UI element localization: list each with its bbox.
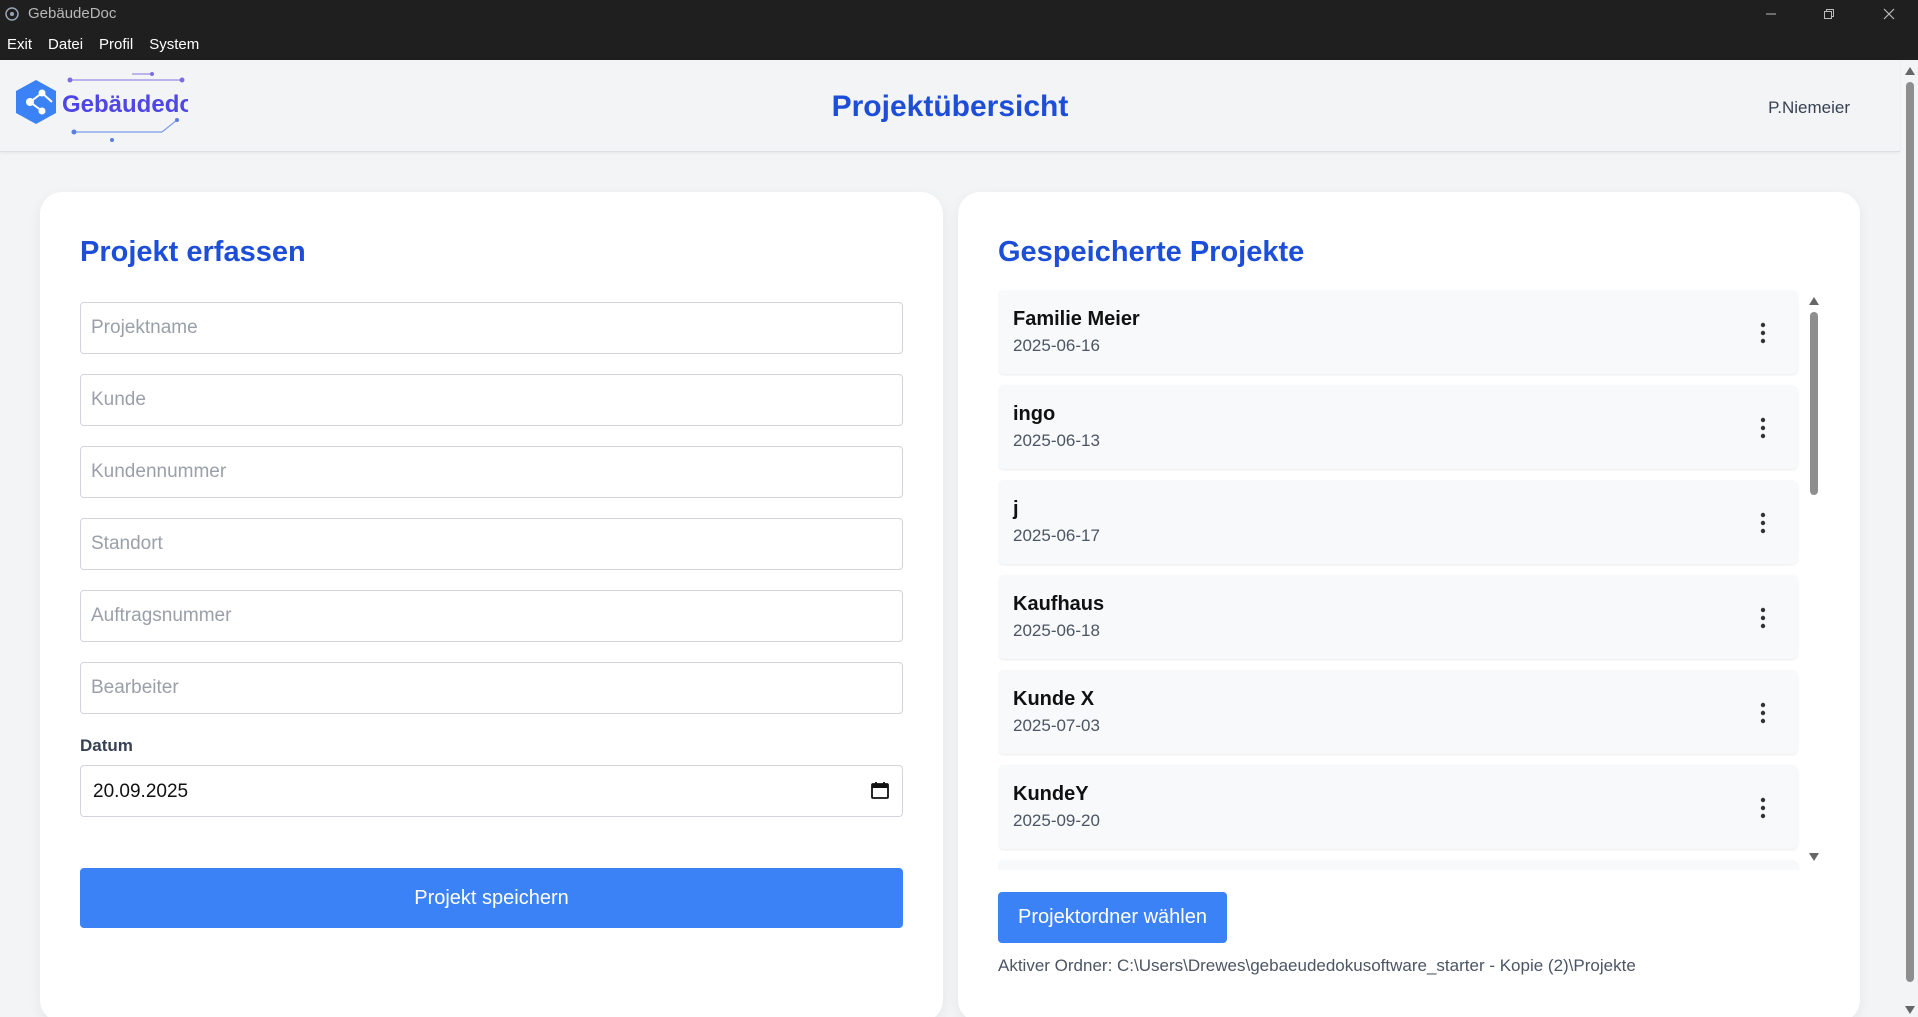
date-value: 20.09.2025 bbox=[93, 781, 189, 802]
project-name: j bbox=[1013, 498, 1019, 520]
standort-input[interactable] bbox=[80, 518, 903, 570]
window-title: GebäudeDoc bbox=[28, 5, 117, 22]
form-title: Projekt erfassen bbox=[80, 236, 306, 268]
date-label: Datum bbox=[80, 736, 133, 755]
project-item[interactable]: KundeY 2025-09-20 bbox=[998, 765, 1798, 849]
more-options-icon[interactable] bbox=[1760, 417, 1766, 439]
close-button[interactable] bbox=[1860, 0, 1918, 28]
more-options-icon[interactable] bbox=[1760, 797, 1766, 819]
project-item[interactable]: j 2025-06-17 bbox=[998, 480, 1798, 564]
close-icon bbox=[1883, 8, 1895, 20]
restore-icon bbox=[1824, 9, 1834, 19]
project-date: 2025-06-17 bbox=[1013, 526, 1100, 545]
more-options-icon[interactable] bbox=[1760, 607, 1766, 629]
date-input[interactable]: 20.09.2025 bbox=[80, 765, 903, 817]
project-date: 2025-06-13 bbox=[1013, 431, 1100, 450]
more-options-icon[interactable] bbox=[1760, 322, 1766, 344]
project-name: Kaufhaus bbox=[1013, 593, 1105, 615]
user-name[interactable]: P.Niemeier bbox=[1768, 98, 1850, 118]
more-options-icon[interactable] bbox=[1760, 702, 1766, 724]
project-item[interactable]: Kaufhaus 2025-06-18 bbox=[998, 575, 1798, 659]
page-scroll-down-icon[interactable] bbox=[1904, 1005, 1916, 1015]
page-scroll-up-icon[interactable] bbox=[1904, 66, 1916, 76]
minimize-icon bbox=[1766, 13, 1776, 15]
project-item[interactable]: ingo 2025-06-13 bbox=[998, 385, 1798, 469]
window-titlebar: GebäudeDoc bbox=[0, 0, 1918, 28]
project-name: ingo bbox=[1013, 403, 1056, 425]
restore-button[interactable] bbox=[1800, 0, 1858, 28]
calendar-icon[interactable] bbox=[870, 780, 890, 800]
project-date: 2025-06-18 bbox=[1013, 621, 1100, 640]
projects-title: Gespeicherte Projekte bbox=[998, 236, 1305, 268]
project-item[interactable]: Kunde X 2025-07-03 bbox=[998, 670, 1798, 754]
menu-datei[interactable]: Datei bbox=[48, 36, 83, 53]
project-name: Familie Meier bbox=[1013, 308, 1140, 330]
project-date: 2025-06-16 bbox=[1013, 336, 1100, 355]
page-scroll-thumb[interactable] bbox=[1906, 82, 1914, 982]
project-list-scrollbar[interactable] bbox=[1808, 290, 1820, 870]
project-date: 2025-09-20 bbox=[1013, 811, 1100, 830]
auftragsnummer-input[interactable] bbox=[80, 590, 903, 642]
project-name: Kunde X bbox=[1013, 688, 1095, 710]
bearbeiter-input[interactable] bbox=[80, 662, 903, 714]
more-options-icon[interactable] bbox=[1760, 512, 1766, 534]
page-title: Projektübersicht bbox=[831, 90, 1069, 123]
kundennummer-input[interactable] bbox=[80, 446, 903, 498]
choose-folder-button[interactable]: Projektordner wählen bbox=[998, 892, 1227, 943]
project-date: 2025-07-03 bbox=[1013, 716, 1100, 735]
page-scrollbar[interactable] bbox=[1901, 60, 1918, 1017]
projektname-input[interactable] bbox=[80, 302, 903, 354]
menu-bar: Exit Datei Profil System bbox=[0, 28, 1918, 60]
kunde-input[interactable] bbox=[80, 374, 903, 426]
scroll-down-arrow-icon[interactable] bbox=[1808, 852, 1820, 862]
menu-profil[interactable]: Profil bbox=[99, 36, 133, 53]
menu-system[interactable]: System bbox=[149, 36, 199, 53]
project-item-partial[interactable] bbox=[998, 860, 1798, 870]
save-project-button[interactable]: Projekt speichern bbox=[80, 868, 903, 928]
active-folder-path: Aktiver Ordner: C:\Users\Drewes\gebaeude… bbox=[998, 956, 1636, 975]
app-icon bbox=[5, 7, 19, 21]
app-header: Gebäudedoc Projektübersicht P.Niemeier bbox=[0, 60, 1900, 152]
minimize-button[interactable] bbox=[1742, 0, 1800, 28]
saved-projects-card: Gespeicherte Projekte Familie Meier 2025… bbox=[958, 192, 1860, 1017]
project-list[interactable]: Familie Meier 2025-06-16 ingo 2025-06-13… bbox=[998, 290, 1820, 870]
menu-exit[interactable]: Exit bbox=[7, 36, 32, 53]
project-form-card: Projekt erfassen Datum 20.09.2025 Projek… bbox=[40, 192, 943, 1017]
project-list-scroll-thumb[interactable] bbox=[1810, 312, 1818, 495]
project-item[interactable]: Familie Meier 2025-06-16 bbox=[998, 290, 1798, 374]
scroll-up-arrow-icon[interactable] bbox=[1808, 296, 1820, 306]
project-name: KundeY bbox=[1013, 783, 1089, 805]
